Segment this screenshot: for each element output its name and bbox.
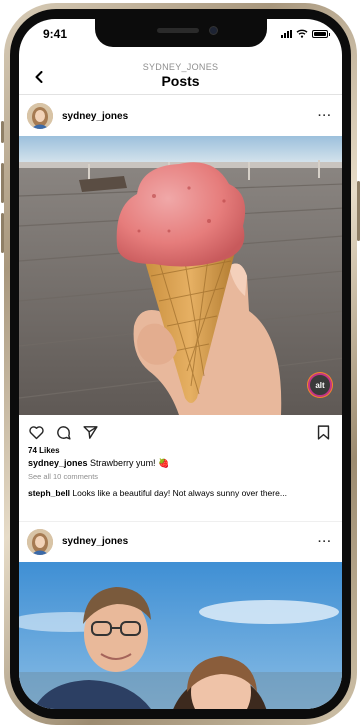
post-photo[interactable]: alt	[19, 136, 342, 415]
battery-icon	[312, 29, 330, 38]
more-icon[interactable]: ···	[318, 110, 332, 122]
page-header: SYDNEY_JONES Posts	[19, 57, 342, 95]
post-caption: sydney_jones Strawberry yum! 🍓	[28, 458, 334, 469]
signal-icon	[281, 29, 292, 38]
post-actions	[28, 421, 332, 443]
phone-frame: 9:41 SYDNEY_JONES Posts sydney_jones ···…	[1, 3, 360, 725]
status-icons	[281, 29, 330, 38]
post-username[interactable]: sydney_jones	[62, 111, 128, 122]
caption-text: Strawberry yum! 🍓	[90, 458, 170, 468]
status-time: 9:41	[43, 27, 68, 41]
share-icon[interactable]	[82, 424, 99, 441]
alt-text-badge[interactable]: alt	[308, 373, 332, 397]
chevron-left-icon	[35, 71, 43, 83]
avatar[interactable]	[27, 528, 53, 555]
bookmark-icon[interactable]	[315, 424, 332, 441]
comment-text: Looks like a beautiful day! Not always s…	[72, 488, 287, 498]
post-photo[interactable]	[19, 562, 342, 709]
ice-cream-photo	[19, 136, 342, 415]
header-subtitle: SYDNEY_JONES	[142, 62, 219, 72]
view-comments-link[interactable]: See all 10 comments	[28, 472, 98, 481]
avatar[interactable]	[27, 103, 53, 129]
power-button	[357, 181, 360, 241]
notch	[94, 19, 267, 47]
page-title: Posts	[161, 73, 200, 89]
caption-username[interactable]: sydney_jones	[28, 458, 88, 468]
post-header: sydney_jones ···	[19, 96, 342, 136]
back-button[interactable]	[29, 67, 49, 87]
selfie-photo	[19, 562, 342, 709]
volume-up-button	[1, 163, 4, 203]
comment-username[interactable]: steph_bell	[28, 488, 70, 498]
more-icon[interactable]: ···	[318, 536, 332, 548]
mute-switch	[1, 121, 4, 143]
heart-icon[interactable]	[28, 424, 45, 441]
wifi-icon	[296, 29, 308, 38]
post-header: sydney_jones ···	[19, 521, 342, 561]
comment-icon[interactable]	[55, 424, 72, 441]
volume-down-button	[1, 213, 4, 253]
screen: 9:41 SYDNEY_JONES Posts sydney_jones ···…	[19, 19, 342, 709]
phone-bezel: 9:41 SYDNEY_JONES Posts sydney_jones ···…	[10, 9, 351, 719]
likes-count[interactable]: 74 Likes	[28, 446, 60, 455]
speaker	[156, 28, 199, 33]
comment: steph_bell Looks like a beautiful day! N…	[28, 488, 334, 498]
front-camera	[208, 26, 218, 35]
post-username[interactable]: sydney_jones	[62, 536, 128, 547]
